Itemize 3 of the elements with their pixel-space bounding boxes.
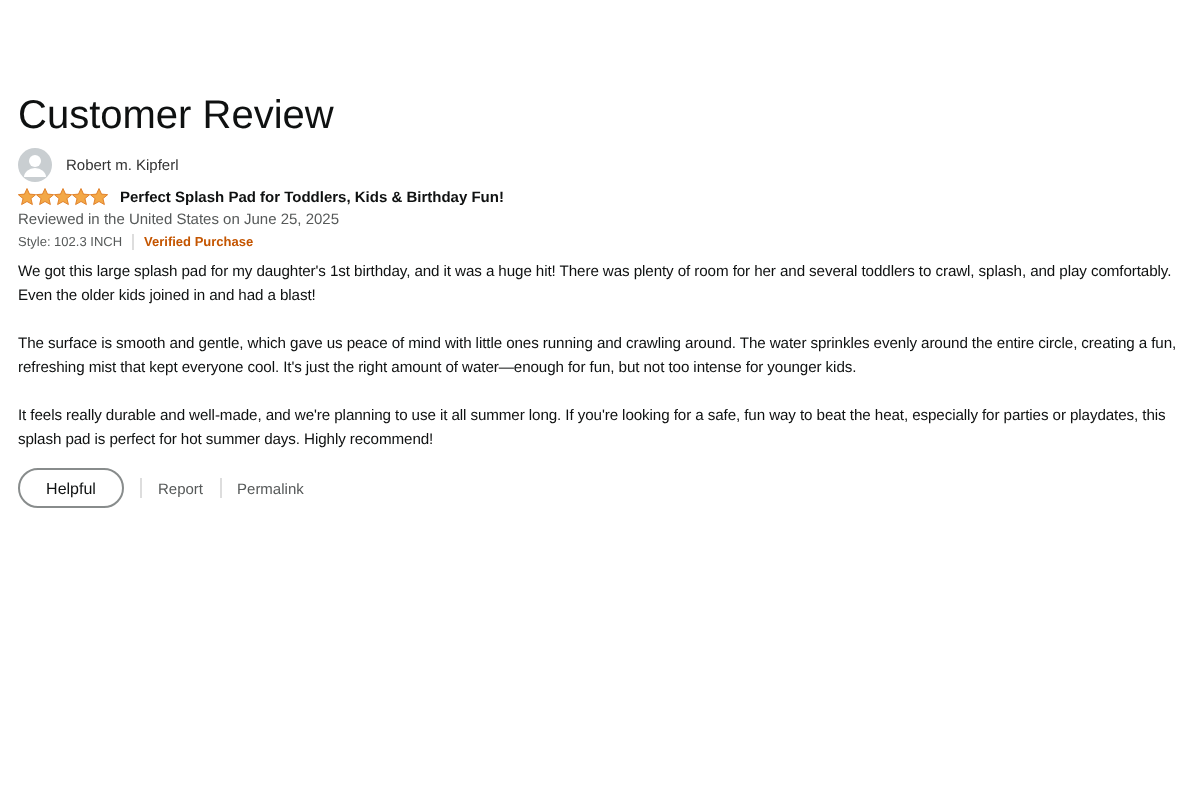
helpful-button[interactable]: Helpful <box>18 468 124 508</box>
page-title: Customer Review <box>18 92 336 140</box>
avatar-icon <box>18 148 52 182</box>
